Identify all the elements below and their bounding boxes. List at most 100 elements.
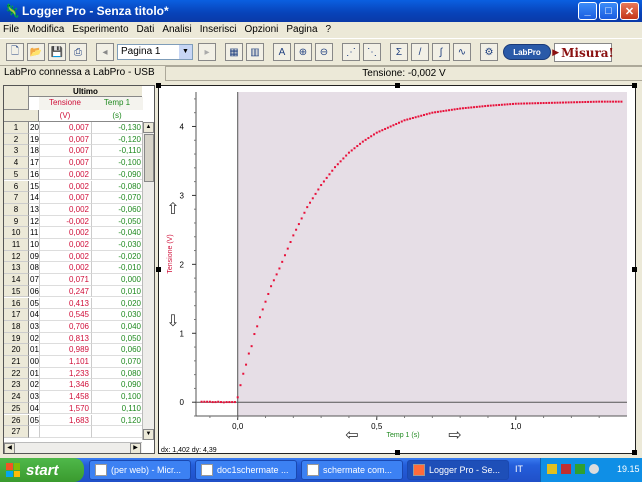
tangent-icon[interactable]: ⋱ bbox=[363, 43, 381, 61]
table-row[interactable]: 4 17 0,007 -0,100 bbox=[4, 157, 154, 169]
temp-cell[interactable]: -0,050 bbox=[91, 215, 143, 228]
table-row[interactable]: 17 04 0,545 0,030 bbox=[4, 309, 154, 321]
menu-analisi[interactable]: Analisi bbox=[162, 24, 191, 35]
scroll-right-icon[interactable]: ▶ bbox=[130, 443, 141, 453]
task-schermate[interactable]: schermate com... bbox=[301, 460, 403, 480]
graph-scroll-down-icon[interactable]: ⇩ bbox=[166, 313, 179, 330]
tensione-cell[interactable]: 0,002 bbox=[39, 203, 91, 216]
menu-opzioni[interactable]: Opzioni bbox=[244, 24, 278, 35]
autoscale-icon[interactable]: A bbox=[273, 43, 291, 61]
sensor-setup-icon[interactable]: ⚙ bbox=[480, 43, 498, 61]
table-row[interactable]: 16 05 0,413 0,020 bbox=[4, 297, 154, 310]
row-index[interactable]: 01 bbox=[29, 368, 39, 380]
table-vertical-scrollbar[interactable]: ▲ ▼ bbox=[142, 122, 154, 440]
table-row[interactable]: 20 01 0,989 0,060 bbox=[4, 344, 154, 356]
row-index[interactable]: 17 bbox=[29, 157, 39, 169]
meter-icon[interactable]: ▥ bbox=[246, 43, 264, 61]
tensione-cell[interactable]: -0,002 bbox=[39, 215, 91, 228]
page-prev-icon[interactable]: ◂ bbox=[96, 43, 114, 61]
table-row[interactable]: 21 00 1,101 0,070 bbox=[4, 356, 154, 368]
row-index[interactable]: 18 bbox=[29, 145, 39, 158]
tray-app-icon[interactable] bbox=[575, 464, 585, 474]
row-index[interactable]: 16 bbox=[29, 169, 39, 181]
tensione-cell[interactable]: 0,989 bbox=[39, 344, 91, 356]
graph-scroll-right-icon[interactable]: ⇨ bbox=[448, 427, 461, 444]
task-logger-pro[interactable]: Logger Pro - Se... bbox=[407, 460, 509, 480]
temp-cell[interactable]: -0,020 bbox=[91, 250, 143, 263]
page-next-icon[interactable]: ▸ bbox=[198, 43, 216, 61]
temp-cell[interactable]: -0,080 bbox=[91, 180, 143, 193]
row-index[interactable]: 15 bbox=[29, 181, 39, 193]
tensione-cell[interactable]: 1,458 bbox=[39, 391, 91, 403]
task-doc1[interactable]: doc1schermate ... bbox=[195, 460, 297, 480]
row-index[interactable]: 01 bbox=[29, 344, 39, 356]
curve-fit-icon[interactable]: ∿ bbox=[453, 43, 471, 61]
tensione-cell[interactable]: 0,002 bbox=[39, 168, 91, 181]
temp-cell[interactable]: -0,120 bbox=[91, 133, 143, 146]
temp-cell[interactable]: 0,000 bbox=[91, 274, 143, 286]
temp-cell[interactable]: -0,090 bbox=[91, 168, 143, 181]
row-index[interactable]: 02 bbox=[29, 379, 39, 392]
tensione-cell[interactable]: 0,545 bbox=[39, 309, 91, 321]
table-row[interactable]: 14 07 0,071 0,000 bbox=[4, 274, 154, 286]
row-index[interactable]: 09 bbox=[29, 251, 39, 263]
temp-cell[interactable]: 0,100 bbox=[91, 391, 143, 403]
temp-cell[interactable]: -0,030 bbox=[91, 239, 143, 251]
close-button[interactable]: ✕ bbox=[620, 2, 639, 20]
temp-cell[interactable]: -0,060 bbox=[91, 203, 143, 216]
row-index[interactable]: 06 bbox=[29, 286, 39, 298]
row-index[interactable]: 14 bbox=[29, 192, 39, 204]
graph-scroll-up-icon[interactable]: ⇧ bbox=[166, 201, 179, 218]
tensione-cell[interactable]: 0,007 bbox=[39, 122, 91, 134]
scroll-up-icon[interactable]: ▲ bbox=[143, 122, 154, 133]
row-index[interactable]: 05 bbox=[29, 298, 39, 310]
temp-cell[interactable]: -0,110 bbox=[91, 145, 143, 158]
table-row[interactable]: 12 09 0,002 -0,020 bbox=[4, 250, 154, 263]
temp-cell[interactable]: 0,010 bbox=[91, 285, 143, 298]
tensione-cell[interactable]: 1,101 bbox=[39, 356, 91, 368]
temp-cell[interactable]: 0,110 bbox=[91, 402, 143, 415]
table-row[interactable]: 26 05 1,683 0,120 bbox=[4, 414, 154, 427]
menu-file[interactable]: File bbox=[3, 24, 19, 35]
table-row[interactable]: 15 06 0,247 0,010 bbox=[4, 285, 154, 298]
language-indicator[interactable]: IT bbox=[515, 464, 523, 474]
tensione-cell[interactable]: 0,002 bbox=[39, 180, 91, 193]
menu-help[interactable]: ? bbox=[326, 24, 332, 35]
data-table[interactable]: Ultimo Tensione Temp 1 (V) (s) 1 20 0,007-… bbox=[3, 85, 155, 454]
table-row[interactable]: 10 11 0,002 -0,040 bbox=[4, 227, 154, 239]
resize-handle-t[interactable] bbox=[395, 83, 400, 88]
volume-icon[interactable] bbox=[589, 464, 599, 474]
statistics-icon[interactable]: Σ bbox=[390, 43, 408, 61]
tensione-cell[interactable]: 0,002 bbox=[39, 227, 91, 239]
temp-cell[interactable]: 0,060 bbox=[91, 344, 143, 356]
resize-handle-tl[interactable] bbox=[156, 83, 161, 88]
row-index[interactable]: 12 bbox=[29, 216, 39, 228]
row-index[interactable]: 13 bbox=[29, 204, 39, 216]
table-icon[interactable]: ▦ bbox=[225, 43, 243, 61]
graph-chart[interactable]: 0 1 2 3 4 0,0 0,5 1,0 Tensione (V) Temp 1 (s) ⇧ ⇩ ⇦ ⇨… bbox=[159, 86, 635, 454]
tensione-cell[interactable]: 1,570 bbox=[39, 402, 91, 415]
row-index[interactable] bbox=[29, 426, 39, 438]
row-index[interactable]: 20 bbox=[29, 122, 39, 134]
temp-cell[interactable]: 0,120 bbox=[91, 414, 143, 427]
table-row[interactable]: 13 08 0,002 -0,010 bbox=[4, 262, 154, 275]
zoom-in-icon[interactable]: ⊕ bbox=[294, 43, 312, 61]
row-index[interactable]: 04 bbox=[29, 403, 39, 415]
menu-pagina[interactable]: Pagina bbox=[286, 24, 317, 35]
table-row[interactable]: 22 01 1,233 0,080 bbox=[4, 367, 154, 380]
resize-handle-b[interactable] bbox=[395, 450, 400, 455]
temp-cell[interactable]: -0,010 bbox=[91, 262, 143, 275]
tensione-cell[interactable]: 0,002 bbox=[39, 239, 91, 251]
examine-icon[interactable]: ⋰ bbox=[342, 43, 360, 61]
new-file-icon[interactable]: 🗋 bbox=[6, 43, 24, 61]
save-icon[interactable]: 💾 bbox=[48, 43, 66, 61]
tensione-cell[interactable] bbox=[39, 426, 91, 438]
row-index[interactable]: 05 bbox=[29, 415, 39, 427]
resize-handle-r[interactable] bbox=[632, 267, 637, 272]
row-index[interactable]: 19 bbox=[29, 134, 39, 146]
row-index[interactable]: 03 bbox=[29, 391, 39, 403]
table-row[interactable]: 6 15 0,002 -0,080 bbox=[4, 180, 154, 193]
selected-region[interactable] bbox=[237, 92, 627, 416]
tensione-cell[interactable]: 0,007 bbox=[39, 145, 91, 158]
tensione-cell[interactable]: 0,706 bbox=[39, 320, 91, 333]
